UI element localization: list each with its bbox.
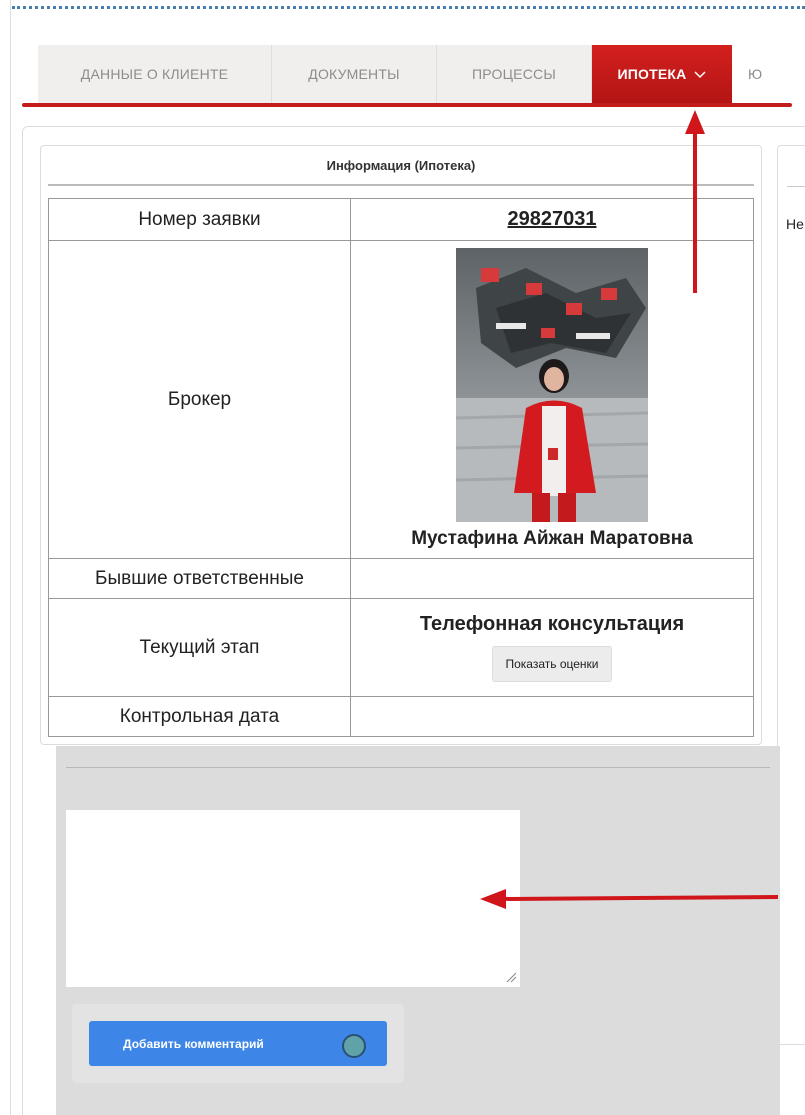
former-responsible-label: Бывшие ответственные [48, 558, 351, 599]
broker-photo [456, 247, 648, 522]
tab-client-data[interactable]: ДАННЫЕ О КЛИЕНТЕ [38, 45, 272, 103]
application-number-label: Номер заявки [48, 198, 351, 241]
table-row: Текущий этап Телефонная консультация Пок… [48, 598, 754, 697]
right-panel-text: Не [786, 216, 804, 232]
control-date-label: Контрольная дата [48, 696, 351, 737]
red-arrow-icon [480, 889, 779, 909]
add-comment-label: Добавить комментарий [123, 1036, 264, 1051]
right-panel-divider [787, 186, 805, 187]
show-ratings-button[interactable]: Показать оценки [492, 646, 612, 682]
chevron-down-icon [694, 67, 707, 82]
former-responsible-value [350, 558, 754, 599]
info-title: Информация (Ипотека) [326, 158, 476, 173]
tab-partial[interactable]: Ю [732, 45, 792, 103]
info-table: Номер заявки 29827031 Брокер Мустафина А… [48, 198, 754, 737]
tabs-underline [22, 103, 792, 107]
right-panel [777, 145, 805, 1045]
resize-grip-icon[interactable] [505, 971, 517, 983]
table-row: Бывшие ответственные [48, 558, 754, 599]
current-stage-value: Телефонная консультация [419, 613, 685, 635]
broker-label: Брокер [48, 240, 351, 559]
control-date-value [350, 696, 754, 737]
comment-textarea[interactable] [66, 810, 520, 987]
tab-mortgage[interactable]: ИПОТЕКА [592, 45, 732, 103]
tab-processes[interactable]: ПРОЦЕССЫ [437, 45, 592, 103]
tab-label: ДОКУМЕНТЫ [308, 66, 400, 82]
spinner-icon [342, 1034, 366, 1058]
broker-name: Мустафина Айжан Маратовна [411, 527, 693, 549]
left-border [10, 0, 11, 1115]
table-row: Брокер Мустафина Айжан Маратовна [48, 240, 754, 559]
tab-bar: ДАННЫЕ О КЛИЕНТЕ ДОКУМЕНТЫ ПРОЦЕССЫ ИПОТ… [38, 45, 805, 107]
tab-label: ПРОЦЕССЫ [472, 66, 556, 82]
top-dotted-border [12, 6, 805, 9]
tab-label: ДАННЫЕ О КЛИЕНТЕ [80, 66, 229, 82]
tab-documents[interactable]: ДОКУМЕНТЫ [272, 45, 437, 103]
current-stage-label: Текущий этап [48, 598, 351, 697]
comment-divider [66, 767, 770, 768]
tab-label: ИПОТЕКА [617, 66, 687, 82]
table-row: Номер заявки 29827031 [48, 198, 754, 241]
red-arrow-icon [685, 110, 705, 293]
table-row: Контрольная дата [48, 696, 754, 737]
current-stage-cell: Телефонная консультация Показать оценки [350, 598, 754, 697]
info-divider [48, 184, 754, 186]
application-number-link[interactable]: 29827031 [508, 208, 597, 230]
tab-label: Ю [748, 66, 763, 82]
